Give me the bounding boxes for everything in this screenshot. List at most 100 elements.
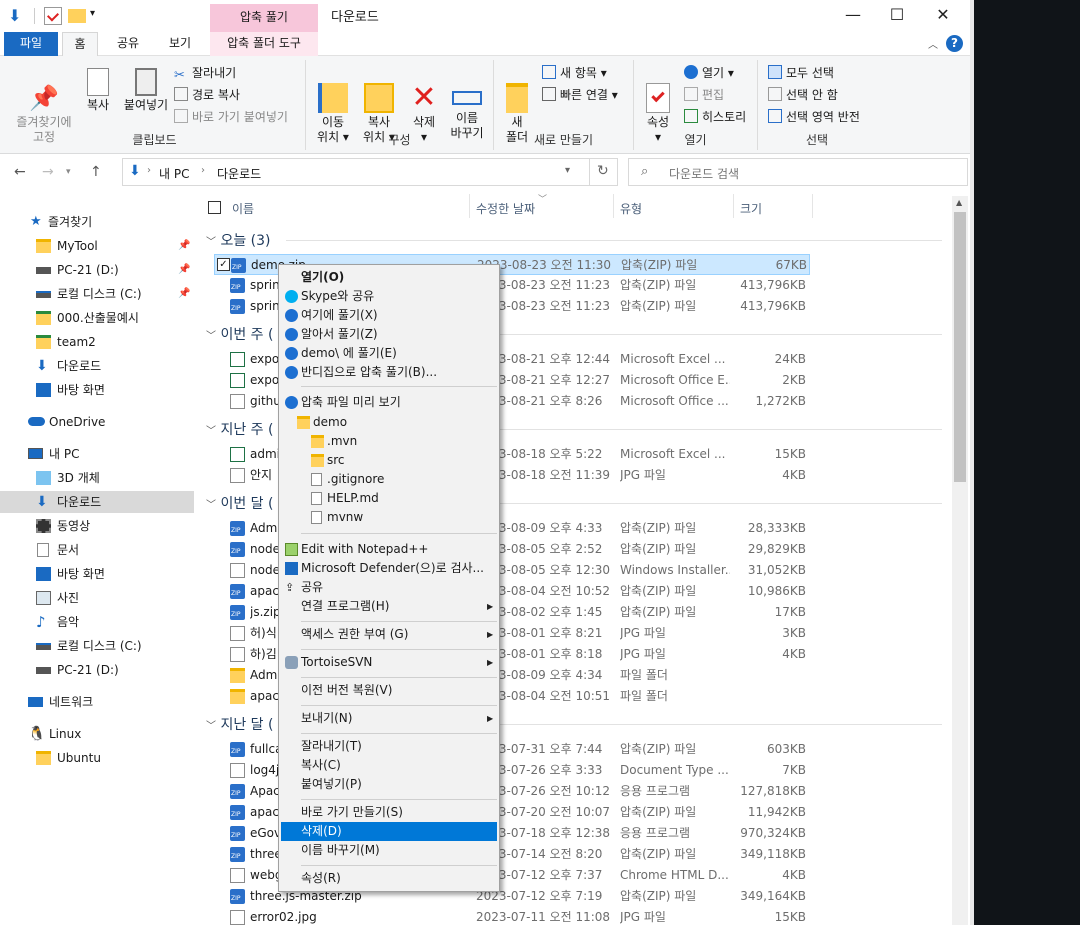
- rename-button[interactable]: 이름 바꾸기: [444, 64, 490, 141]
- menu-tree-helpmd[interactable]: HELP.md: [281, 489, 497, 508]
- new-folder-qat-icon[interactable]: [68, 9, 86, 23]
- menu-preview-archive[interactable]: 압축 파일 미리 보기: [281, 393, 497, 412]
- nav-this-pc[interactable]: 내 PC: [0, 443, 194, 465]
- search-box[interactable]: ⌕ 다운로드 검색: [628, 158, 968, 186]
- close-button[interactable]: ✕: [920, 0, 966, 32]
- menu-copy[interactable]: 복사(C): [281, 756, 497, 775]
- table-row[interactable]: error02.jpg 2023-07-11 오전 11:08 JPG 파일 15KB: [214, 907, 810, 925]
- menu-delete[interactable]: 삭제(D): [281, 822, 497, 841]
- up-arrow-icon[interactable]: ↑: [90, 164, 102, 180]
- breadcrumb-downloads[interactable]: 다운로드: [217, 165, 261, 182]
- group-header-last-month[interactable]: ﹀ 지난 달 (: [206, 714, 942, 734]
- paste-shortcut-button[interactable]: 바로 가기 붙여넣기: [174, 108, 288, 126]
- cut-button[interactable]: ✂ 잘라내기: [174, 64, 236, 83]
- menu-send-to[interactable]: 보내기(N) ▶: [281, 709, 497, 728]
- scrollbar-thumb[interactable]: [954, 212, 966, 482]
- breadcrumb-this-pc[interactable]: 내 PC: [159, 165, 189, 182]
- nav-pc-videos[interactable]: 동영상: [0, 515, 194, 537]
- menu-open-with[interactable]: 연결 프로그램(H) ▶: [281, 597, 497, 616]
- nav-item-mytool[interactable]: MyTool 📌: [0, 235, 194, 257]
- select-all-button[interactable]: 모두 선택: [768, 64, 834, 82]
- menu-create-shortcut[interactable]: 바로 가기 만들기(S): [281, 803, 497, 822]
- nav-onedrive[interactable]: OneDrive: [0, 411, 194, 433]
- nav-pc-desktop[interactable]: 바탕 화면: [0, 563, 194, 585]
- properties-qat-icon[interactable]: [44, 7, 62, 25]
- menu-tree-mvnw[interactable]: mvnw: [281, 508, 497, 527]
- select-all-checkbox[interactable]: [208, 201, 221, 214]
- tab-share[interactable]: 공유: [108, 32, 148, 56]
- row-checkbox[interactable]: ✓: [217, 258, 230, 271]
- history-button[interactable]: 히스토리: [684, 108, 746, 126]
- copy-button[interactable]: 복사: [78, 64, 118, 113]
- nav-quick-access[interactable]: ★ 즐겨찾기: [0, 211, 194, 233]
- menu-cut[interactable]: 잘라내기(T): [281, 737, 497, 756]
- nav-item-downloads-qa[interactable]: ⬇ 다운로드: [0, 355, 194, 377]
- nav-pc-downloads[interactable]: ⬇ 다운로드: [0, 491, 194, 513]
- menu-tree-mvn[interactable]: .mvn: [281, 432, 497, 451]
- tab-zip-tools[interactable]: 압축 폴더 도구: [210, 32, 318, 56]
- collapse-ribbon-icon[interactable]: ︿: [928, 36, 938, 51]
- nav-item-team2[interactable]: team2: [0, 331, 194, 353]
- menu-share[interactable]: ⇪ 공유: [281, 578, 497, 597]
- nav-ubuntu[interactable]: Ubuntu: [0, 747, 194, 769]
- invert-selection-button[interactable]: 선택 영역 반전: [768, 108, 860, 126]
- menu-tree-demo[interactable]: demo: [281, 413, 497, 432]
- column-size[interactable]: 크기: [740, 200, 762, 217]
- nav-item-local-c[interactable]: 로컬 디스크 (C:) 📌: [0, 283, 194, 305]
- menu-properties[interactable]: 속성(R): [281, 869, 497, 888]
- column-date[interactable]: 수정한 날짜: [476, 200, 535, 217]
- forward-arrow-icon[interactable]: →: [42, 164, 54, 180]
- quick-access-arrow-icon[interactable]: ⬇: [8, 7, 26, 25]
- group-header-this-week[interactable]: ﹀ 이번 주 (: [206, 324, 942, 344]
- menu-rename[interactable]: 이름 바꾸기(M): [281, 841, 497, 860]
- menu-open[interactable]: 열기(O): [281, 268, 497, 287]
- nav-linux[interactable]: 🐧 Linux: [0, 723, 194, 745]
- menu-restore-versions[interactable]: 이전 버전 복원(V): [281, 681, 497, 700]
- recent-dropdown-icon[interactable]: ▾: [66, 167, 71, 177]
- qat-dropdown-icon[interactable]: ▾: [90, 8, 95, 19]
- group-header-this-month[interactable]: ﹀ 이번 달 (: [206, 493, 942, 513]
- nav-pc-music[interactable]: ♪ 음악: [0, 611, 194, 633]
- new-item-button[interactable]: 새 항목 ▾: [542, 64, 607, 82]
- easy-access-button[interactable]: 빠른 연결 ▾: [542, 86, 618, 104]
- paste-button[interactable]: 붙여넣기: [118, 64, 174, 113]
- column-type[interactable]: 유형: [620, 200, 642, 217]
- menu-paste[interactable]: 붙여넣기(P): [281, 775, 497, 794]
- select-none-button[interactable]: 선택 안 함: [768, 86, 838, 104]
- menu-tree-src[interactable]: src: [281, 451, 497, 470]
- menu-notepadpp[interactable]: Edit with Notepad++: [281, 540, 497, 559]
- group-header-last-week[interactable]: ﹀ 지난 주 (: [206, 419, 942, 439]
- column-name[interactable]: 이름: [232, 200, 254, 217]
- tab-file[interactable]: 파일: [4, 32, 58, 56]
- edit-button[interactable]: 편집: [684, 86, 724, 104]
- nav-pc-3d[interactable]: 3D 개체: [0, 467, 194, 489]
- menu-tree-gitignore[interactable]: .gitignore: [281, 470, 497, 489]
- maximize-button[interactable]: ☐: [874, 0, 920, 32]
- open-button[interactable]: 열기 ▾: [684, 64, 734, 82]
- scroll-up-icon[interactable]: ▲: [956, 198, 962, 207]
- menu-bandizip-extract[interactable]: 반디집으로 압축 풀기(B)...: [281, 363, 497, 382]
- nav-item-pc21-d[interactable]: PC-21 (D:) 📌: [0, 259, 194, 281]
- menu-extract-here[interactable]: 여기에 풀기(X): [281, 306, 497, 325]
- nav-item-000[interactable]: 000.산출물예시: [0, 307, 194, 329]
- refresh-icon[interactable]: ↻: [597, 163, 609, 179]
- menu-give-access[interactable]: 액세스 권한 부여 (G) ▶: [281, 625, 497, 644]
- address-bar[interactable]: ⬇ › 내 PC › 다운로드 ▾ ↻: [122, 158, 618, 186]
- minimize-button[interactable]: —: [830, 0, 876, 32]
- menu-tortoisesvn[interactable]: TortoiseSVN ▶: [281, 653, 497, 672]
- nav-pc-documents[interactable]: 문서: [0, 539, 194, 561]
- address-dropdown-icon[interactable]: ▾: [565, 165, 570, 176]
- tab-view[interactable]: 보기: [158, 32, 202, 56]
- tab-home[interactable]: 홈: [62, 32, 98, 56]
- menu-extract-to-demo[interactable]: demo\ 에 풀기(E): [281, 344, 497, 363]
- menu-defender-scan[interactable]: Microsoft Defender(으)로 검사...: [281, 559, 497, 578]
- group-header-today[interactable]: ﹀ 오늘 (3): [206, 230, 942, 250]
- nav-pc-pc21-d[interactable]: PC-21 (D:): [0, 659, 194, 681]
- menu-skype-share[interactable]: Skype와 공유: [281, 287, 497, 306]
- nav-pc-pictures[interactable]: 사진: [0, 587, 194, 609]
- nav-pc-local-c[interactable]: 로컬 디스크 (C:): [0, 635, 194, 657]
- back-arrow-icon[interactable]: ←: [14, 164, 26, 180]
- help-icon[interactable]: ?: [946, 35, 963, 52]
- copy-path-button[interactable]: 경로 복사: [174, 86, 240, 104]
- nav-item-desktop-qa[interactable]: 바탕 화면: [0, 379, 194, 401]
